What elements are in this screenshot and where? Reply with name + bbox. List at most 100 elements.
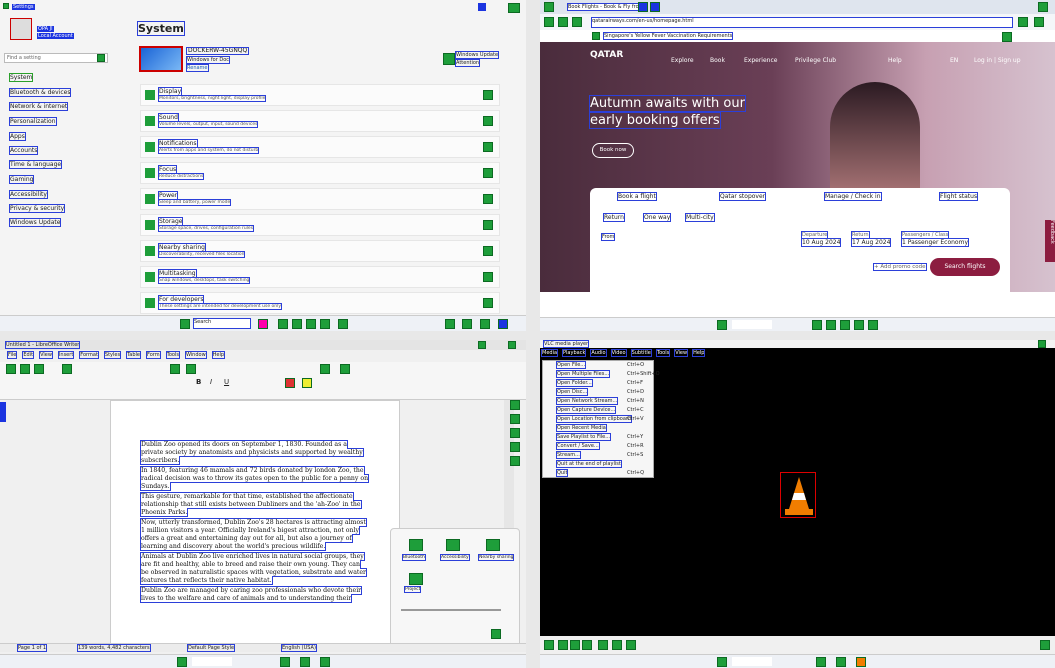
edge-icon[interactable] [840, 320, 850, 330]
volume-icon[interactable] [1040, 640, 1050, 650]
taskview-icon[interactable] [812, 320, 822, 330]
departure-field[interactable]: 10 Aug 2024 [800, 238, 842, 247]
menu-item[interactable]: Window [184, 351, 207, 359]
promo-code-link[interactable]: + Add promo code [873, 263, 927, 271]
tab-qatar-stopover[interactable]: Qatar stopover [718, 192, 767, 201]
accessibility-toggle[interactable] [446, 539, 460, 551]
nav-experience[interactable]: Experience [744, 57, 777, 64]
menu-item[interactable]: Edit [22, 351, 35, 359]
settings-app-icon[interactable] [338, 319, 348, 329]
menu-item[interactable]: Insert [57, 351, 75, 359]
media-menu-item[interactable]: Open Multiple Files... Ctrl+Shift+O [543, 370, 660, 379]
media-menu-item[interactable]: Open File... Ctrl+O [543, 361, 653, 370]
trip-return-radio[interactable]: Return [603, 213, 625, 222]
document-body[interactable]: Dublin Zoo opened its doors on September… [139, 440, 370, 605]
new-tab-icon[interactable] [650, 2, 660, 12]
notice-link[interactable]: Singapore's Yellow Fever Vaccination Req… [602, 32, 734, 40]
menu-item[interactable]: Table [126, 351, 142, 359]
media-menu-item[interactable]: Open Recent Media [543, 424, 653, 433]
edge-icon[interactable] [836, 657, 846, 667]
minimize-button[interactable] [478, 341, 486, 349]
sidebar-collapse-handle[interactable] [0, 402, 6, 422]
tab-close-icon[interactable] [638, 2, 648, 12]
nav-item-bluetooth[interactable]: Bluetooth & devices [8, 88, 72, 97]
edge-icon[interactable] [300, 657, 310, 667]
rename-link[interactable]: Rename [186, 64, 209, 72]
settings-row[interactable]: Storage Storage space, drives, configurat… [140, 214, 500, 236]
windows-update-title[interactable]: Windows Update [454, 51, 500, 59]
nav-item-personalization[interactable]: Personalization [9, 117, 57, 126]
tray-sound-icon[interactable] [462, 319, 472, 329]
menu-item[interactable]: Tools [655, 349, 671, 357]
navigator-icon[interactable] [510, 442, 520, 452]
menu-item[interactable]: Tools [165, 351, 180, 359]
nav-privilege-club[interactable]: Privilege Club [795, 57, 836, 64]
loop-icon[interactable] [626, 640, 636, 650]
forward-icon[interactable] [558, 17, 568, 27]
media-menu-item[interactable]: Open Network Stream... Ctrl+N [543, 397, 653, 406]
return-field[interactable]: 17 Aug 2024 [850, 238, 892, 247]
tray-network-icon[interactable] [445, 319, 455, 329]
vlc-app-icon[interactable] [856, 657, 866, 667]
edit-quick-settings-icon[interactable] [491, 629, 501, 639]
media-menu-item[interactable]: Stream... Ctrl+S [543, 451, 653, 460]
redo-icon[interactable] [186, 364, 196, 374]
font-color-icon[interactable] [285, 378, 295, 388]
settings-row[interactable]: Nearby sharing Discoverability, received … [140, 240, 500, 262]
tab-flight-status[interactable]: Flight status [938, 192, 979, 201]
taskbar-search[interactable] [732, 320, 772, 329]
nav-book[interactable]: Book [710, 57, 725, 64]
settings-row[interactable]: Power Sleep and battery, power mode [140, 188, 500, 210]
feedback-tab[interactable]: Feedback [1045, 220, 1055, 262]
nav-login[interactable]: Log in | Sign up [974, 57, 1021, 64]
search-flights-button[interactable]: Search flights [930, 258, 1000, 276]
nearby-sharing-toggle[interactable] [486, 539, 500, 551]
explorer-icon[interactable] [292, 319, 302, 329]
media-menu-item[interactable]: Open Folder... Ctrl+F [543, 379, 653, 388]
taskbar-search[interactable] [192, 657, 232, 666]
menu-item[interactable]: Playback [562, 349, 587, 357]
settings-row[interactable]: Notifications Alerts from apps and system… [140, 136, 500, 158]
edge-icon[interactable] [306, 319, 316, 329]
play-icon[interactable] [544, 640, 554, 650]
menu-item[interactable]: Styles [103, 351, 122, 359]
start-icon[interactable] [177, 657, 187, 667]
menu-item[interactable]: Help [692, 349, 706, 357]
close-button[interactable] [1038, 340, 1046, 348]
tab-manage-check-in[interactable]: Manage / Check in [824, 192, 882, 201]
address-bar[interactable]: qatarairways.com/en-us/homepage.html [591, 17, 1013, 28]
tray-battery-icon[interactable] [480, 319, 490, 329]
undo-icon[interactable] [170, 364, 180, 374]
menu-item[interactable]: Subtitle [630, 349, 652, 357]
writer-app-icon[interactable] [320, 657, 330, 667]
trip-one-way-radio[interactable]: One way [642, 213, 672, 222]
clock-icon[interactable] [498, 319, 508, 329]
next-icon[interactable] [582, 640, 592, 650]
highlight-icon[interactable] [302, 378, 312, 388]
store-icon[interactable] [854, 320, 864, 330]
close-button[interactable] [508, 3, 520, 13]
explorer-icon[interactable] [816, 657, 826, 667]
settings-row[interactable]: For developers These settings are intende… [140, 292, 500, 314]
nav-item-gaming[interactable]: Gaming [8, 175, 35, 184]
nav-item-privacy[interactable]: Privacy & security [8, 204, 66, 213]
nav-item-windows-update[interactable]: Windows Update [8, 218, 62, 227]
settings-app-icon[interactable] [868, 320, 878, 330]
settings-row[interactable]: Multitasking Snap windows, desktops, task… [140, 266, 500, 288]
nav-item-network[interactable]: Network & internet [8, 102, 69, 111]
menu-item[interactable]: View [39, 351, 53, 359]
close-button[interactable] [508, 341, 516, 349]
menu-item[interactable]: File [6, 351, 18, 359]
media-menu-item[interactable]: Convert / Save... Ctrl+R [543, 442, 653, 451]
bold-icon[interactable]: B [196, 378, 201, 386]
menu-item[interactable]: Audio [590, 349, 607, 357]
nav-item-accessibility[interactable]: Accessibility [9, 190, 48, 199]
properties-icon[interactable] [510, 400, 520, 410]
settings-row[interactable]: Focus Reduce distractions [140, 162, 500, 184]
page-icon[interactable] [510, 456, 520, 466]
book-now-button[interactable]: Book now [592, 143, 634, 158]
settings-row[interactable]: Sound Volume levels, output, input, sound… [140, 110, 500, 132]
nav-item-time-language[interactable]: Time & language [8, 160, 63, 169]
start-icon[interactable] [180, 319, 190, 329]
minimize-button[interactable] [478, 3, 486, 11]
